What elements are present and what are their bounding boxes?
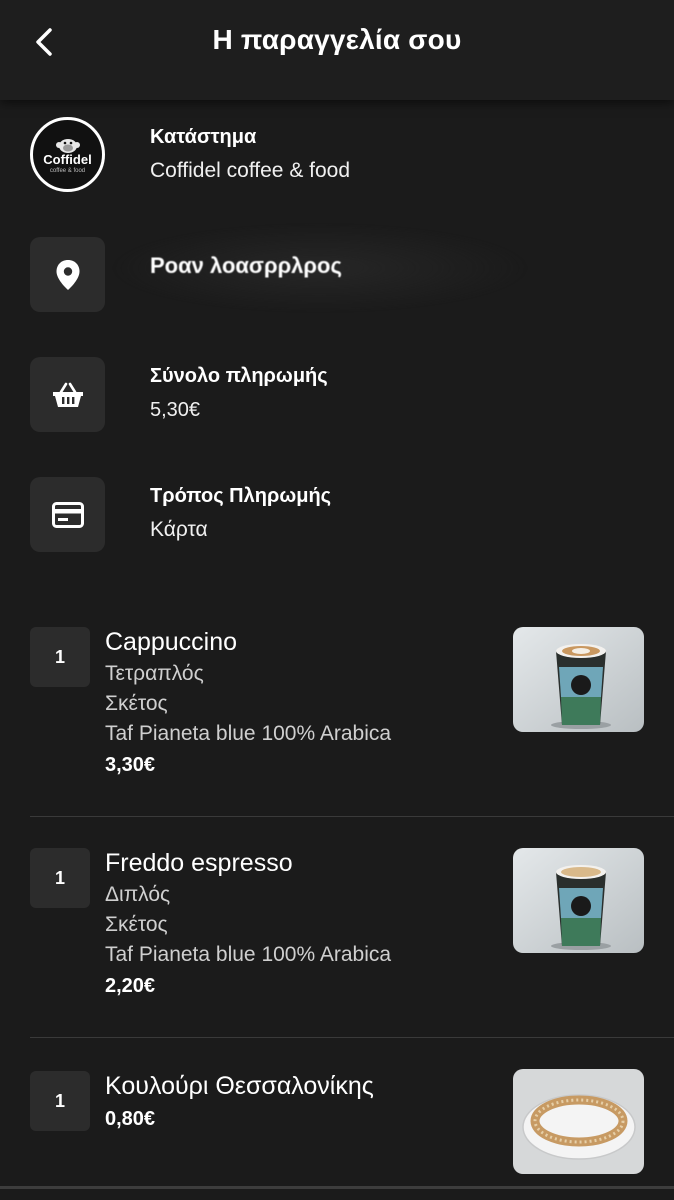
item-name: Κουλούρι Θεσσαλονίκης — [105, 1072, 374, 1100]
item-name: Freddo espresso — [105, 849, 293, 877]
payment-value: Κάρτα — [150, 518, 208, 541]
basket-icon-box — [30, 357, 105, 432]
payment-row: Τρόπος Πληρωμής Κάρτα — [30, 477, 650, 553]
card-icon-box — [30, 477, 105, 552]
item-price: 0,80€ — [105, 1108, 156, 1130]
item-option: Σκέτος — [105, 692, 168, 715]
total-value: 5,30€ — [150, 399, 201, 421]
item-image — [513, 627, 644, 732]
coffee-cup-image — [513, 627, 644, 732]
iced-coffee-cup-image — [513, 848, 644, 953]
divider — [30, 816, 674, 817]
store-logo: Coffidel coffee & food — [30, 117, 105, 192]
payment-label: Τρόπος Πληρωμής — [150, 485, 332, 507]
item-price: 2,20€ — [105, 975, 156, 997]
quantity-badge: 1 — [30, 627, 90, 687]
divider — [30, 1037, 674, 1038]
total-label: Σύνολο πληρωμής — [150, 365, 328, 387]
store-label: Κατάστημα — [150, 126, 257, 148]
item-name: Cappuccino — [105, 628, 238, 656]
logo-wordmark: Coffidel — [43, 151, 92, 167]
basket-icon — [52, 382, 83, 407]
address-row: Ροαν λοασρρλρος — [30, 223, 650, 313]
item-price: 3,30€ — [105, 754, 156, 776]
item-option: Διπλός — [105, 883, 171, 906]
bottom-divider — [0, 1186, 674, 1189]
item-option: Taf Pianeta blue 100% Arabica — [105, 722, 392, 745]
logo-tagline: coffee & food — [49, 167, 86, 174]
store-name: Coffidel coffee & food — [150, 159, 351, 182]
total-row: Σύνολο πληρωμής 5,30€ — [30, 357, 650, 433]
item-image — [513, 848, 644, 953]
address-value: Ροαν λοασρρλρος — [110, 223, 530, 313]
quantity-badge: 1 — [30, 848, 90, 908]
item-option: Σκέτος — [105, 913, 168, 936]
item-option: Taf Pianeta blue 100% Arabica — [105, 943, 392, 966]
quantity-badge: 1 — [30, 1071, 90, 1131]
top-bar: Η παραγγελία σου — [0, 0, 674, 100]
page-title: Η παραγγελία σου — [212, 24, 462, 55]
credit-card-icon — [51, 501, 84, 528]
location-icon-box — [30, 237, 105, 312]
item-image — [513, 1069, 644, 1174]
store-row: Coffidel coffee & food Κατάστημα Coffide… — [30, 117, 650, 194]
location-pin-icon — [56, 259, 79, 290]
item-option: Τετραπλός — [105, 662, 204, 685]
koulouri-bread-image — [513, 1069, 644, 1174]
